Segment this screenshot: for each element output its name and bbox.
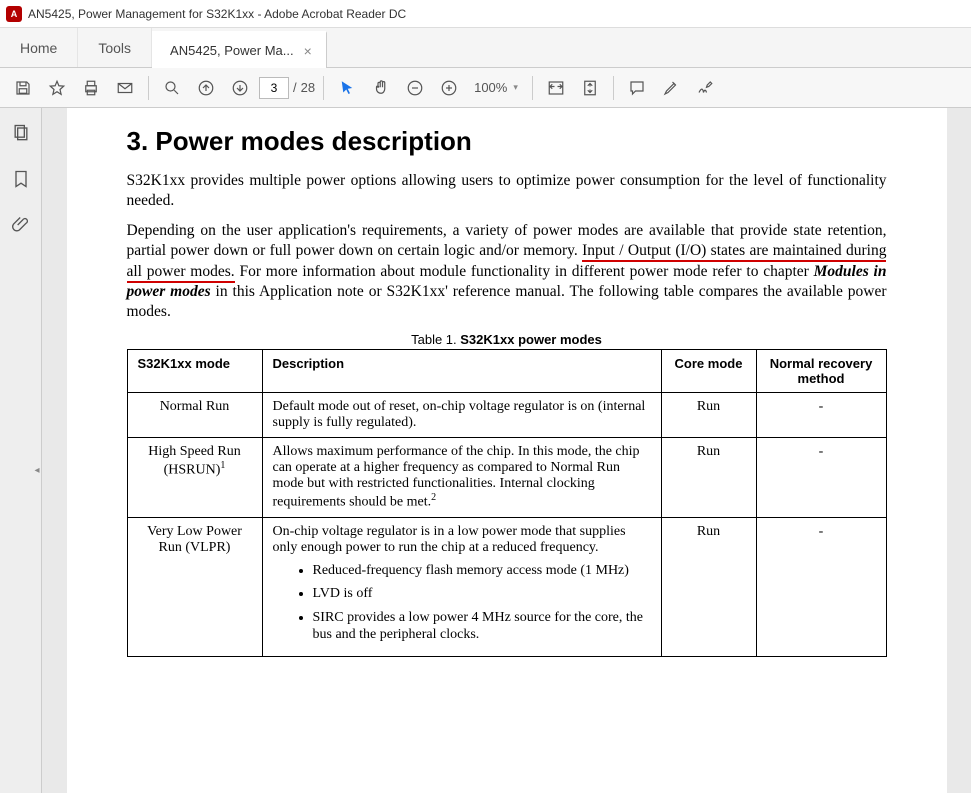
acrobat-icon: A xyxy=(6,6,22,22)
cell-recovery: - xyxy=(756,517,886,656)
hand-icon[interactable] xyxy=(366,73,396,103)
page-indicator: / 28 xyxy=(259,77,315,99)
cell-core: Run xyxy=(661,437,756,517)
page-up-icon[interactable] xyxy=(191,73,221,103)
caption-prefix: Table 1. xyxy=(411,332,460,347)
cell-desc: On-chip voltage regulator is in a low po… xyxy=(262,517,661,656)
section-heading: 3. Power modes description xyxy=(127,126,887,157)
content-area: ◂ 3. Power modes description S32K1xx pro… xyxy=(0,108,971,793)
page-down-icon[interactable] xyxy=(225,73,255,103)
separator xyxy=(148,76,149,100)
power-modes-table: S32K1xx mode Description Core mode Norma… xyxy=(127,349,887,657)
separator xyxy=(613,76,614,100)
desc-sup: 2 xyxy=(431,492,436,503)
tab-document[interactable]: AN5425, Power Ma... × xyxy=(152,31,327,68)
paragraph-1: S32K1xx provides multiple power options … xyxy=(127,171,887,211)
desc-text: On-chip voltage regulator is in a low po… xyxy=(273,524,626,555)
document-viewport[interactable]: 3. Power modes description S32K1xx provi… xyxy=(42,108,971,793)
cell-core: Run xyxy=(661,517,756,656)
para2-c: in this Application note or S32K1xx' ref… xyxy=(127,283,887,320)
cell-recovery: - xyxy=(756,392,886,437)
desc-bullets: Reduced-frequency flash memory access mo… xyxy=(273,562,651,644)
mode-text: High Speed Run (HSRUN) xyxy=(148,444,241,478)
th-mode: S32K1xx mode xyxy=(127,349,262,392)
table-row: Normal Run Default mode out of reset, on… xyxy=(127,392,886,437)
list-item: LVD is off xyxy=(313,585,651,603)
caption-title: S32K1xx power modes xyxy=(460,332,602,347)
desc-text: Allows maximum performance of the chip. … xyxy=(273,444,640,510)
comment-icon[interactable] xyxy=(622,73,652,103)
separator xyxy=(532,76,533,100)
print-icon[interactable] xyxy=(76,73,106,103)
list-item: Reduced-frequency flash memory access mo… xyxy=(313,562,651,580)
email-icon[interactable] xyxy=(110,73,140,103)
zoom-dropdown[interactable]: 100% ▾ xyxy=(468,80,524,95)
page-sep: / xyxy=(293,80,297,95)
cell-desc: Allows maximum performance of the chip. … xyxy=(262,437,661,517)
tab-tools[interactable]: Tools xyxy=(78,28,152,67)
cell-core: Run xyxy=(661,392,756,437)
cell-mode: Very Low Power Run (VLPR) xyxy=(127,517,262,656)
separator xyxy=(323,76,324,100)
th-recovery: Normal recovery method xyxy=(756,349,886,392)
attachment-icon[interactable] xyxy=(8,212,34,238)
table-caption: Table 1. S32K1xx power modes xyxy=(127,332,887,347)
chevron-down-icon: ▾ xyxy=(509,82,518,93)
table-row: Very Low Power Run (VLPR) On-chip voltag… xyxy=(127,517,886,656)
window-titlebar: A AN5425, Power Management for S32K1xx -… xyxy=(0,0,971,28)
cell-mode: High Speed Run (HSRUN)1 xyxy=(127,437,262,517)
select-icon[interactable] xyxy=(332,73,362,103)
fit-width-icon[interactable] xyxy=(541,73,571,103)
toolbar: / 28 100% ▾ xyxy=(0,68,971,108)
fit-page-icon[interactable] xyxy=(575,73,605,103)
th-desc: Description xyxy=(262,349,661,392)
sign-icon[interactable] xyxy=(690,73,720,103)
tab-document-label: AN5425, Power Ma... xyxy=(170,43,294,58)
star-icon[interactable] xyxy=(42,73,72,103)
highlight-icon[interactable] xyxy=(656,73,686,103)
cell-desc: Default mode out of reset, on-chip volta… xyxy=(262,392,661,437)
collapse-rail-icon[interactable]: ◂ xyxy=(32,451,42,491)
list-item: SIRC provides a low power 4 MHz source f… xyxy=(313,609,651,644)
find-icon[interactable] xyxy=(157,73,187,103)
save-icon[interactable] xyxy=(8,73,38,103)
zoom-out-icon[interactable] xyxy=(400,73,430,103)
nav-rail: ◂ xyxy=(0,108,42,793)
window-title: AN5425, Power Management for S32K1xx - A… xyxy=(28,7,406,21)
zoom-in-icon[interactable] xyxy=(434,73,464,103)
cell-mode: Normal Run xyxy=(127,392,262,437)
table-row: High Speed Run (HSRUN)1 Allows maximum p… xyxy=(127,437,886,517)
page-total: 28 xyxy=(301,80,315,95)
thumbnails-icon[interactable] xyxy=(8,120,34,146)
cell-recovery: - xyxy=(756,437,886,517)
tab-bar: Home Tools AN5425, Power Ma... × xyxy=(0,28,971,68)
bookmark-icon[interactable] xyxy=(8,166,34,192)
close-icon[interactable]: × xyxy=(304,43,312,59)
th-core: Core mode xyxy=(661,349,756,392)
zoom-value: 100% xyxy=(474,80,507,95)
paragraph-2: Depending on the user application's requ… xyxy=(127,221,887,322)
mode-sup: 1 xyxy=(220,460,225,471)
page-input[interactable] xyxy=(259,77,289,99)
para2-b: For more information about module functi… xyxy=(235,263,814,280)
tab-home[interactable]: Home xyxy=(0,28,78,67)
page-content: 3. Power modes description S32K1xx provi… xyxy=(67,108,947,793)
